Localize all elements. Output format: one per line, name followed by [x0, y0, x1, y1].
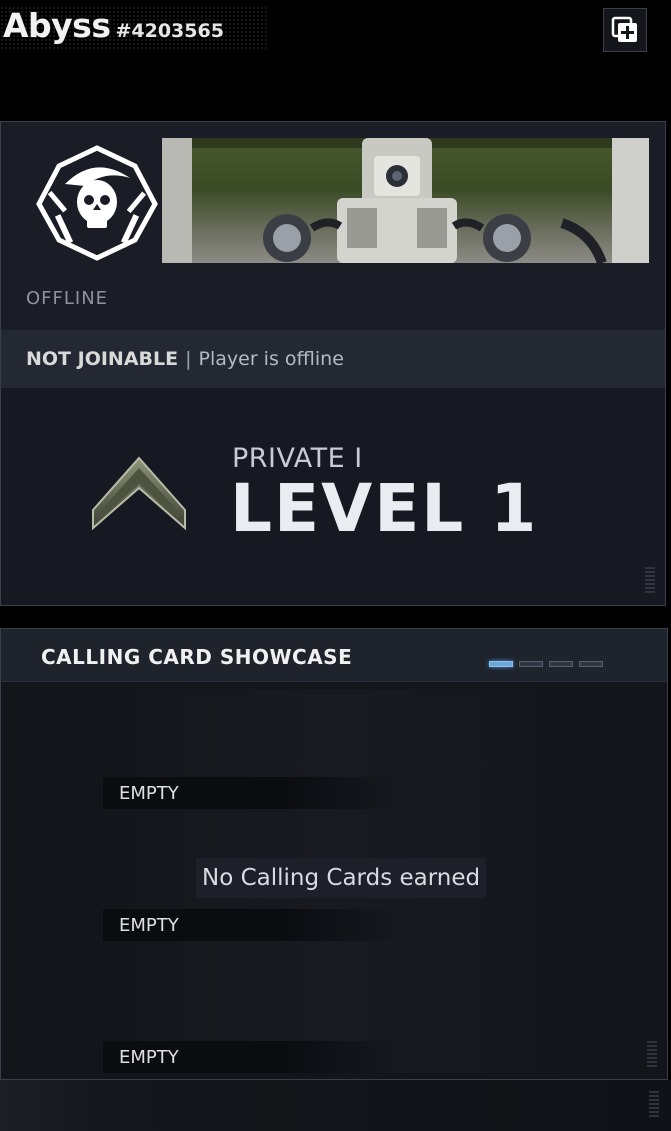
- player-card: OFFLINE NOT JOINABLE | Player is offline…: [0, 121, 666, 606]
- calling-card-slot-1[interactable]: EMPTY: [103, 777, 403, 809]
- showcase-header: CALLING CARD SHOWCASE: [1, 629, 667, 682]
- chevron-rank-icon: [92, 456, 186, 531]
- corner-decoration: [649, 1091, 659, 1117]
- skull-beret-emblem-icon: [36, 145, 158, 261]
- player-identity: Abyss #4203565: [0, 6, 268, 50]
- online-status: OFFLINE: [26, 288, 109, 309]
- joinable-separator: |: [185, 348, 192, 370]
- player-name: Abyss: [3, 6, 111, 45]
- showcase-pager: [489, 661, 603, 667]
- joinable-detail: Player is offline: [198, 348, 344, 370]
- player-tag: #4203565: [115, 20, 224, 42]
- joinable-status: NOT JOINABLE: [26, 348, 179, 370]
- joinable-status-row: NOT JOINABLE | Player is offline: [1, 330, 665, 388]
- pager-dot-3[interactable]: [549, 661, 573, 667]
- profile-header: Abyss #4203565: [0, 0, 671, 110]
- pager-dot-4[interactable]: [579, 661, 603, 667]
- corner-decoration: [645, 567, 655, 593]
- pager-dot-1[interactable]: [489, 661, 513, 667]
- corner-decoration: [647, 1041, 657, 1067]
- empty-message: No Calling Cards earned: [196, 858, 487, 898]
- add-to-group-button[interactable]: [603, 8, 647, 52]
- rank-level: LEVEL 1: [230, 470, 539, 547]
- calling-card-slot-3[interactable]: EMPTY: [103, 1041, 403, 1073]
- showcase-title: CALLING CARD SHOWCASE: [41, 645, 353, 669]
- pager-dot-2[interactable]: [519, 661, 543, 667]
- player-banner: [162, 138, 649, 263]
- add-to-group-icon: [611, 16, 637, 42]
- rank-section: PRIVATE I LEVEL 1: [1, 388, 665, 605]
- calling-card-showcase: CALLING CARD SHOWCASE EMPTY No Calling C…: [0, 628, 668, 1080]
- footer-strip: [0, 1080, 671, 1131]
- calling-card-slot-2[interactable]: EMPTY: [103, 909, 403, 941]
- robot-banner-image: [162, 138, 649, 263]
